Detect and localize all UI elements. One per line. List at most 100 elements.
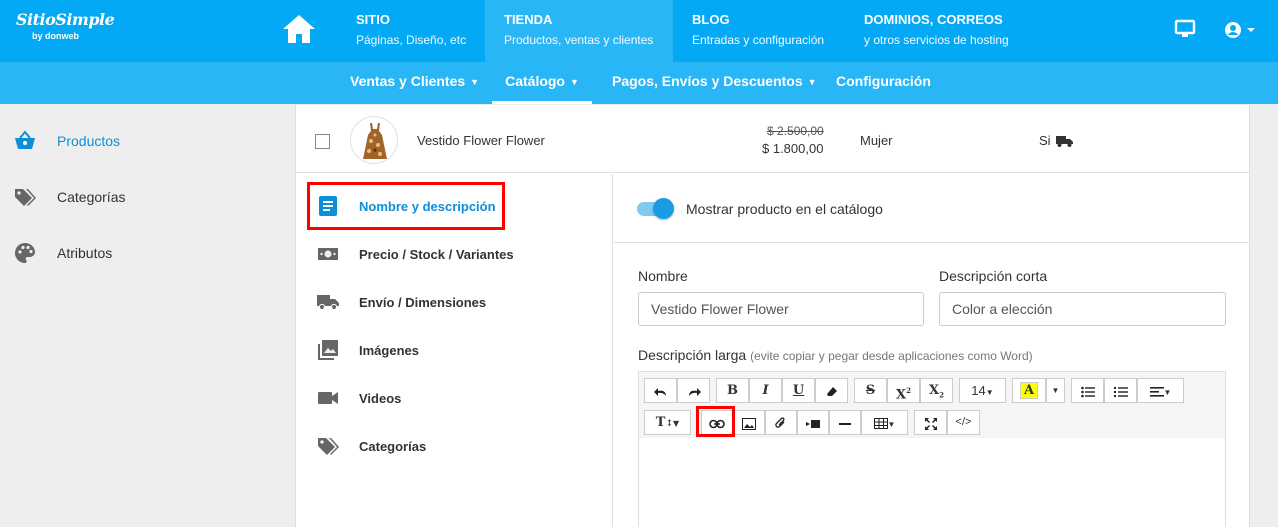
italic-button[interactable]: I [749,378,782,403]
top-bar: SitioSimple by donweb SITIO Páginas, Dis… [0,0,1278,62]
font-size-value: 14 [971,383,986,398]
subnav-ventas[interactable]: Ventas y Clientes ▼ [350,62,479,104]
horizontal-rule-button[interactable] [829,410,861,435]
attach-file-button[interactable] [765,410,797,435]
topnav-sitio[interactable]: SITIO Páginas, Diseño, etc [356,0,466,62]
tags-icon [317,435,339,457]
numbered-list-button[interactable] [1104,378,1137,403]
edit-menu: Nombre y descripción Precio / Stock / Va… [296,174,613,527]
edit-menu-envio[interactable]: Envío / Dimensiones [296,280,612,324]
clear-format-button[interactable] [815,378,848,403]
product-name: Vestido Flower Flower [417,133,545,148]
numbered-list-icon [1113,386,1128,397]
account-icon[interactable] [1224,20,1258,40]
insert-video-button[interactable] [797,410,829,435]
topnav-title: SITIO [356,12,390,27]
show-in-catalog-toggle[interactable] [637,198,674,219]
product-row[interactable]: Vestido Flower Flower $ 2.500,00 $ 1.800… [296,105,1250,173]
product-old-price: $ 2.500,00 [767,124,824,138]
short-description-input[interactable] [939,292,1226,326]
edit-menu-precio[interactable]: Precio / Stock / Variantes [296,232,612,276]
image-icon [742,417,756,430]
topnav-subtitle: y otros servicios de hosting [864,33,1009,47]
text-height-icon: ↕ [665,419,674,429]
bullet-list-icon [1080,386,1095,397]
basket-icon [14,130,36,152]
subnav-pagos[interactable]: Pagos, Envíos y Descuentos ▼ [612,62,817,104]
subscript-button[interactable]: X2 [920,378,953,403]
edit-menu-label: Categorías [359,439,427,454]
topnav-subtitle: Páginas, Diseño, etc [356,33,467,47]
product-category: Mujer [860,133,893,148]
edit-menu-videos[interactable]: Videos [296,376,612,420]
insert-image-button[interactable] [733,410,765,435]
topnav-subtitle: Entradas y configuración [692,33,825,47]
name-input[interactable] [638,292,924,326]
text-color-dropdown[interactable]: ▼ [1046,378,1065,403]
monitor-icon[interactable] [1174,19,1196,39]
align-left-icon [1149,386,1164,397]
table-select[interactable]: ▼ [861,410,908,435]
caret-down-icon: ▼ [1051,386,1060,395]
topnav-title: TIENDA [504,12,553,27]
bold-button[interactable]: B [716,378,749,403]
long-description-label: Descripción larga (evite copiar y pegar … [638,347,1033,363]
edit-menu-imagenes[interactable]: Imágenes [296,328,612,372]
home-icon[interactable] [279,12,319,46]
tags-icon [14,186,36,208]
underline-button[interactable]: U [782,378,815,403]
video-icon [806,419,820,428]
shipping-value: Si [1039,133,1051,148]
subnav-label: Configuración [836,73,931,89]
sidebar-item-categorias[interactable]: Categorías [0,177,280,217]
topnav-dominios[interactable]: DOMINIOS, CORREOS y otros servicios de h… [864,0,1009,62]
redo-icon [688,387,701,396]
subnav-catalogo[interactable]: Catálogo ▼ [492,62,592,104]
money-icon [317,243,339,265]
palette-icon [14,242,36,264]
text-color-button[interactable]: A [1012,378,1046,403]
subnav-label: Ventas y Clientes [350,73,466,89]
eraser-icon [826,386,837,396]
product-thumbnail [350,116,398,164]
sitiosimple-logo[interactable]: SitioSimple by donweb [16,10,126,50]
caret-down-icon: ▼ [673,418,680,428]
product-panel: Vestido Flower Flower $ 2.500,00 $ 1.800… [295,105,1250,527]
product-checkbox[interactable] [315,134,330,149]
code-icon: </> [955,416,972,428]
code-view-button[interactable]: </> [947,410,980,435]
sidebar-item-atributos[interactable]: Atributos [0,233,280,273]
bullet-list-button[interactable] [1071,378,1104,403]
logo-by: by donweb [32,31,79,41]
superscript-button[interactable]: X2 [887,378,920,403]
fullscreen-icon [924,417,937,430]
subnav-label: Pagos, Envíos y Descuentos [612,73,803,89]
caret-down-icon: ▼ [569,77,579,87]
font-size-select[interactable]: 14▼ [959,378,1006,403]
strikethrough-button[interactable]: S [854,378,887,403]
topnav-tienda[interactable]: TIENDA Productos, ventas y clientes [485,0,673,62]
toggle-knob [653,198,674,219]
subnav-configuracion[interactable]: Configuración [836,62,931,104]
caret-down-icon: ▼ [1163,388,1172,397]
name-label: Nombre [638,268,688,284]
caret-down-icon: ▼ [470,77,480,87]
edit-menu-label: Imágenes [359,343,419,358]
paperclip-icon [775,417,785,428]
editor-content-area[interactable] [639,438,1225,527]
sidebar-item-label: Categorías [57,189,126,205]
edit-menu-label: Videos [359,391,402,406]
edit-menu-label: Precio / Stock / Variantes [359,247,514,262]
fullscreen-button[interactable] [914,410,947,435]
align-select[interactable]: ▼ [1137,378,1184,403]
topnav-blog[interactable]: BLOG Entradas y configuración [692,0,824,62]
sidebar-item-productos[interactable]: Productos [0,121,280,161]
truck-icon [317,291,339,313]
edit-menu-categorias[interactable]: Categorías [296,424,612,468]
undo-button[interactable] [644,378,677,403]
caret-down-icon: ▼ [985,388,994,397]
caret-down-icon: ▼ [807,77,817,87]
images-icon [317,339,339,361]
redo-button[interactable] [677,378,710,403]
paragraph-style-select[interactable]: T↕▼ [644,410,691,435]
